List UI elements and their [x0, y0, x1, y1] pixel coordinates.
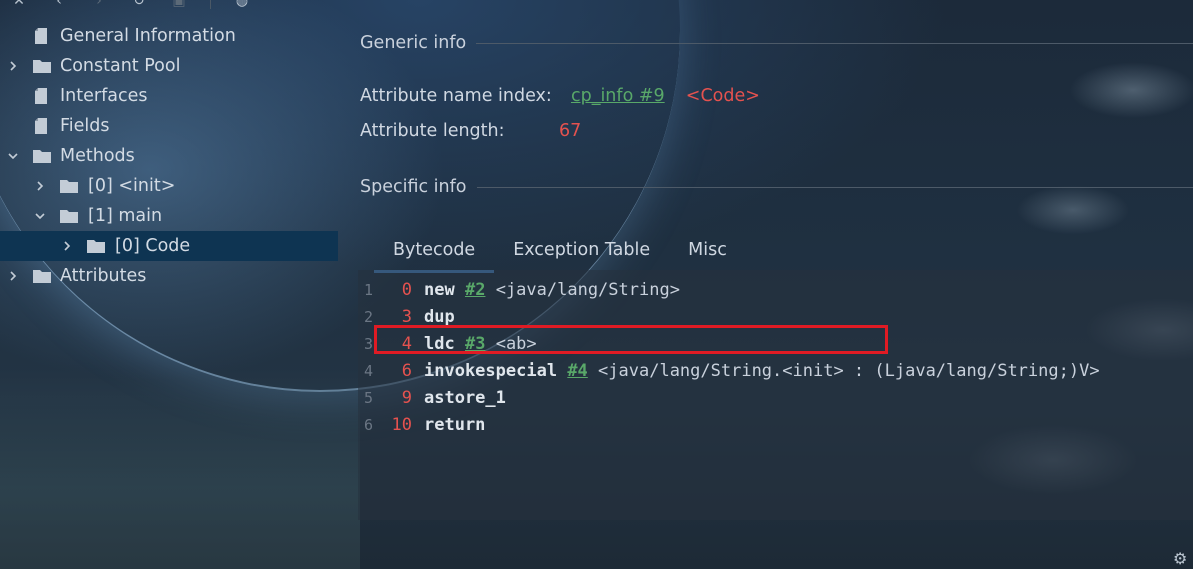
tree-item-general-information[interactable]: General Information — [0, 21, 338, 51]
back-icon[interactable]: ‹ — [50, 0, 68, 10]
tree-item-attributes[interactable]: Attributes — [0, 261, 338, 291]
tree-item-label: [0] Code — [115, 236, 191, 256]
bytecode-line: 5 9 astore_1 — [358, 384, 1193, 411]
bytecode-offset: 10 — [391, 414, 412, 435]
folder-icon — [86, 237, 105, 255]
divider — [476, 186, 1193, 188]
chevron-right-icon[interactable] — [6, 59, 20, 73]
bytecode-offset: 6 — [401, 360, 412, 381]
highlight-annotation-box — [374, 325, 888, 354]
constant-pool-ref-link[interactable]: #4 — [567, 361, 587, 381]
bytecode-offset: 3 — [401, 306, 412, 327]
bytecode-instruction: new #2 <java/lang/String> — [424, 280, 680, 300]
opcode: dup — [424, 306, 455, 327]
file-icon — [33, 87, 51, 105]
tree-item-label: Fields — [60, 116, 110, 136]
bytecode-view[interactable]: 1 0 new #2 <java/lang/String> 2 3 dup 3 … — [358, 270, 1193, 520]
tab-misc[interactable]: Misc — [669, 236, 746, 270]
background-ground — [0, 369, 360, 569]
bytecode-instruction: dup — [424, 307, 455, 327]
toolbar-separator — [210, 0, 211, 9]
folder-icon — [59, 207, 78, 225]
tree-item-interfaces[interactable]: Interfaces — [0, 81, 338, 111]
globe-icon[interactable]: ◍ — [233, 0, 251, 10]
tree-item-label: Constant Pool — [60, 56, 181, 76]
refresh-icon[interactable]: ↻ — [130, 0, 148, 10]
folder-icon — [59, 177, 78, 195]
bytecode-line: 6 10 return — [358, 411, 1193, 438]
file-icon — [33, 117, 51, 135]
tab-exception-table[interactable]: Exception Table — [494, 236, 669, 270]
bytecode-offset: 9 — [401, 387, 412, 408]
forward-icon[interactable]: › — [90, 0, 108, 10]
bytecode-offset: 0 — [401, 279, 412, 300]
tab-bytecode[interactable]: Bytecode — [374, 236, 495, 273]
bytecode-line: 4 6 invokespecial #4 <java/lang/String.<… — [358, 357, 1193, 384]
specific-info-header: Specific info — [360, 177, 1193, 197]
save-icon[interactable]: ▣ — [170, 0, 188, 10]
tree-item-constant-pool[interactable]: Constant Pool — [0, 51, 338, 81]
tree-item-label: Attributes — [60, 266, 147, 286]
generic-info-header: Generic info — [360, 33, 1193, 53]
chevron-down-icon[interactable] — [6, 149, 20, 163]
tree-item-label: Methods — [60, 146, 135, 166]
constant-pool-ref-link[interactable]: #2 — [465, 280, 485, 300]
attribute-length-row: Attribute length: 67 — [360, 121, 581, 141]
bytecode-instruction: astore_1 — [424, 388, 506, 408]
tree-item-code[interactable]: [0] Code — [0, 231, 338, 261]
folder-icon — [32, 147, 51, 165]
toolbar: ✕ ‹ › ↻ ▣ ◍ — [0, 0, 270, 10]
section-title: Generic info — [360, 33, 467, 53]
bytecode-line: 1 0 new #2 <java/lang/String> — [358, 276, 1193, 303]
bytecode-instruction: return — [424, 415, 485, 435]
attribute-name-index-row: Attribute name index: cp_info #9 <Code> — [360, 86, 760, 106]
chevron-right-icon[interactable] — [33, 179, 47, 193]
tree-item-label: General Information — [60, 26, 236, 46]
chevron-down-icon[interactable] — [33, 209, 47, 223]
close-icon[interactable]: ✕ — [10, 0, 28, 10]
tab-bar: Bytecode Exception Table Misc — [374, 236, 746, 273]
attribute-name-value: <Code> — [685, 86, 760, 106]
folder-icon — [32, 57, 51, 75]
class-structure-tree: General Information Constant Pool Interf… — [0, 21, 338, 291]
attribute-length-label: Attribute length: — [360, 121, 505, 141]
gear-icon[interactable]: ⚙ — [1173, 549, 1191, 568]
attribute-length-value: 67 — [559, 121, 582, 141]
attribute-name-index-label: Attribute name index: — [360, 86, 552, 106]
folder-icon — [32, 267, 51, 285]
opcode: return — [424, 414, 486, 435]
tree-item-method-init[interactable]: [0] <init> — [0, 171, 338, 201]
tree-item-methods[interactable]: Methods — [0, 141, 338, 171]
tree-item-label: [0] <init> — [88, 176, 176, 196]
chevron-right-icon[interactable] — [60, 239, 74, 253]
cp-info-link[interactable]: cp_info #9 — [571, 86, 665, 106]
tree-item-method-main[interactable]: [1] main — [0, 201, 338, 231]
section-title: Specific info — [360, 177, 467, 197]
tree-item-label: [1] main — [88, 206, 163, 226]
opcode: invokespecial — [424, 360, 558, 381]
bytecode-instruction: invokespecial #4 <java/lang/String.<init… — [424, 361, 1100, 381]
file-icon — [33, 27, 51, 45]
tree-item-fields[interactable]: Fields — [0, 111, 338, 141]
opcode: new — [424, 279, 455, 300]
divider — [476, 42, 1193, 44]
tree-item-label: Interfaces — [60, 86, 148, 106]
bytecode-comment: <java/lang/String.<init> : (Ljava/lang/S… — [598, 360, 1100, 381]
opcode: astore_1 — [424, 387, 506, 408]
chevron-right-icon[interactable] — [6, 269, 20, 283]
bytecode-comment: <java/lang/String> — [495, 279, 680, 300]
